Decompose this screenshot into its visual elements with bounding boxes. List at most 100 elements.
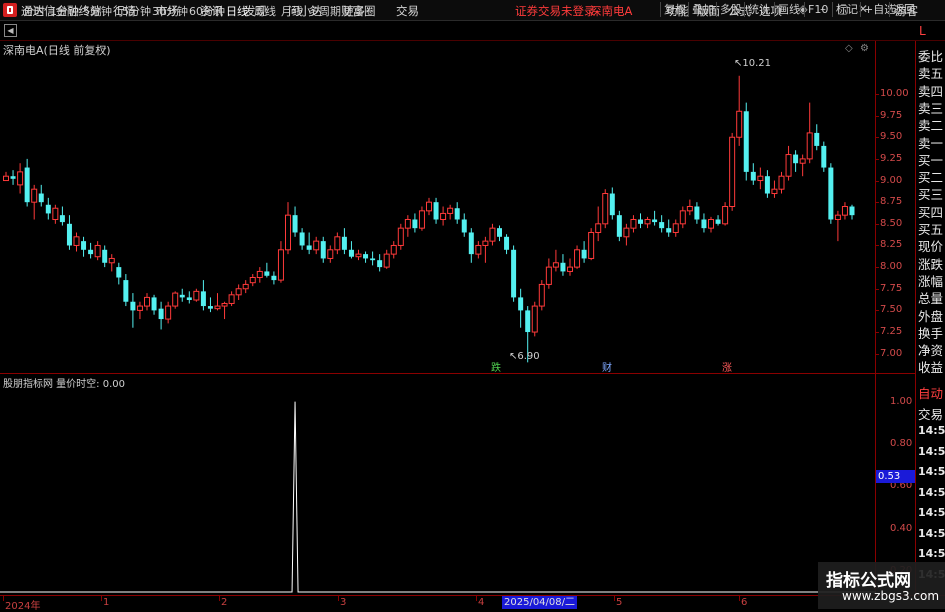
candle-body[interactable]: [841, 206, 848, 216]
candle-body[interactable]: [221, 302, 228, 307]
back-arrow-icon[interactable]: ◀: [4, 24, 17, 37]
candle-body[interactable]: [666, 228, 672, 233]
candle-body[interactable]: [214, 305, 221, 310]
candle-body[interactable]: [743, 111, 749, 172]
candle-body[interactable]: [552, 262, 559, 268]
candle-body[interactable]: [482, 240, 489, 246]
period-fenshi[interactable]: 分时: [23, 3, 45, 19]
candle-body[interactable]: [377, 260, 383, 268]
marker-fall[interactable]: 跌: [491, 359, 501, 374]
candle-body[interactable]: [757, 175, 764, 182]
candle-body[interactable]: [130, 301, 136, 311]
candle-body[interactable]: [806, 132, 813, 160]
candle-body[interactable]: [475, 244, 482, 255]
candle-body[interactable]: [694, 206, 700, 220]
candle-body[interactable]: [363, 254, 369, 259]
candle-body[interactable]: [785, 154, 792, 177]
candle-body[interactable]: [200, 291, 206, 307]
candle-body[interactable]: [165, 305, 172, 320]
candle-body[interactable]: [116, 267, 122, 278]
candle-body[interactable]: [66, 223, 72, 246]
candle-body[interactable]: [545, 266, 552, 285]
candle-body[interactable]: [511, 249, 517, 298]
candle-body[interactable]: [355, 253, 362, 258]
candle-body[interactable]: [136, 305, 143, 311]
candle-body[interactable]: [814, 132, 820, 146]
candle-body[interactable]: [341, 236, 347, 250]
candle-body[interactable]: [778, 175, 785, 190]
candle-body[interactable]: [10, 176, 16, 179]
candle-body[interactable]: [538, 283, 545, 307]
candle-body[interactable]: [207, 306, 213, 309]
candle-body[interactable]: [588, 231, 595, 259]
candle-body[interactable]: [24, 167, 30, 203]
candle-body[interactable]: [45, 204, 51, 214]
candle-body[interactable]: [144, 296, 150, 307]
candle-body[interactable]: [17, 171, 24, 186]
candle-body[interactable]: [3, 175, 9, 182]
period-60min[interactable]: 60分钟: [189, 3, 225, 19]
candle-body[interactable]: [602, 193, 609, 225]
period-30min[interactable]: 30分钟: [152, 3, 188, 19]
candle-body[interactable]: [771, 188, 778, 195]
candle-body[interactable]: [412, 219, 418, 229]
candle-body[interactable]: [38, 193, 44, 203]
btn-tongji[interactable]: 统计: [744, 2, 773, 17]
candle-body[interactable]: [235, 288, 242, 296]
candle-body[interactable]: [426, 201, 432, 212]
candle-body[interactable]: [320, 241, 326, 259]
candle-body[interactable]: [518, 297, 524, 311]
candle-body[interactable]: [193, 290, 200, 301]
candle-body[interactable]: [630, 218, 637, 229]
candle-body[interactable]: [736, 110, 743, 138]
candle-body[interactable]: [440, 212, 447, 220]
candle-body[interactable]: [672, 223, 679, 233]
period-more[interactable]: 更多: [343, 3, 365, 19]
candle-body[interactable]: [595, 223, 602, 233]
candle-body[interactable]: [652, 219, 658, 223]
candle-body[interactable]: [729, 136, 736, 208]
candle-body[interactable]: [88, 249, 94, 255]
candle-body[interactable]: [73, 236, 80, 246]
candle-body[interactable]: [504, 236, 510, 250]
candle-body[interactable]: [638, 219, 643, 224]
candle-body[interactable]: [433, 202, 439, 220]
marker-rise[interactable]: 涨: [722, 359, 732, 374]
candle-body[interactable]: [828, 167, 834, 220]
candle-body[interactable]: [454, 208, 460, 220]
candle-body[interactable]: [404, 218, 411, 229]
marker-finance[interactable]: 财: [602, 359, 612, 374]
candle-body[interactable]: [722, 206, 729, 225]
candle-body[interactable]: [390, 244, 397, 255]
candle-body[interactable]: [574, 249, 581, 268]
candle-body[interactable]: [531, 305, 538, 333]
period-monthly[interactable]: 月线: [281, 3, 303, 19]
candle-body[interactable]: [94, 244, 101, 258]
candle-body[interactable]: [708, 218, 714, 229]
candle-body[interactable]: [793, 154, 799, 164]
candle-body[interactable]: [659, 222, 665, 229]
btn-diejia[interactable]: 叠加: [688, 2, 717, 17]
candle-body[interactable]: [489, 227, 496, 242]
candle-body[interactable]: [834, 214, 841, 220]
candle-body[interactable]: [256, 270, 263, 278]
candle-body[interactable]: [567, 266, 573, 272]
candle-body[interactable]: [348, 249, 354, 257]
candle-body[interactable]: [497, 228, 502, 237]
candle-body[interactable]: [306, 245, 312, 250]
candle-body[interactable]: [679, 210, 686, 225]
candle-body[interactable]: [123, 280, 129, 302]
candle-body[interactable]: [701, 219, 707, 229]
candle-body[interactable]: [334, 236, 341, 251]
candle-body[interactable]: [285, 214, 291, 251]
candle-body[interactable]: [461, 219, 467, 233]
period-multi[interactable]: 多周期: [308, 3, 341, 19]
login-status[interactable]: 证券交易未登录: [515, 3, 596, 19]
candle-body[interactable]: [327, 249, 334, 259]
menu-item-jiaoyi[interactable]: 交易: [396, 3, 419, 19]
candle-body[interactable]: [179, 294, 185, 298]
candle-body[interactable]: [186, 297, 192, 301]
candle-body[interactable]: [686, 206, 693, 212]
candle-body[interactable]: [581, 249, 587, 259]
candle-body[interactable]: [397, 227, 404, 246]
